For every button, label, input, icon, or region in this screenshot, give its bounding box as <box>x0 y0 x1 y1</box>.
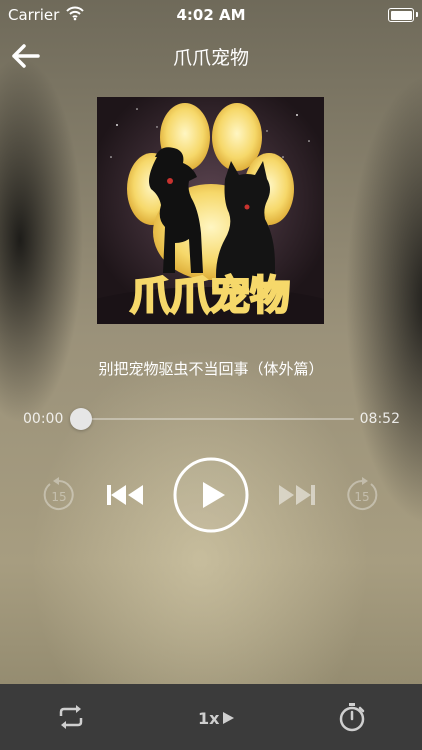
logo-text: 爪爪宠物 <box>130 273 290 319</box>
progress-thumb[interactable] <box>70 408 92 430</box>
total-time: 08:52 <box>359 411 400 427</box>
play-button[interactable] <box>172 456 250 534</box>
rewind-15-button[interactable]: 15 <box>40 476 78 514</box>
forward-15-button[interactable]: 15 <box>343 476 381 514</box>
previous-button[interactable] <box>102 480 148 510</box>
navigation-bar: 爪爪宠物 <box>0 30 422 80</box>
status-time: 4:02 AM <box>176 6 246 24</box>
page-title: 爪爪宠物 <box>172 47 249 69</box>
next-icon <box>279 485 315 505</box>
play-icon <box>173 457 249 533</box>
svg-text:15: 15 <box>354 490 369 504</box>
timer-icon <box>339 703 365 732</box>
arrow-left-icon <box>12 44 40 68</box>
progress-slider[interactable] <box>74 418 354 420</box>
speed-label: 1x <box>198 708 220 728</box>
bottom-toolbar: 1x <box>0 684 422 750</box>
forward-15-icon: 15 <box>347 477 378 510</box>
play-arrow-icon <box>223 712 235 724</box>
album-cover: 爪爪宠物 <box>97 97 324 324</box>
rewind-15-icon: 15 <box>43 477 74 510</box>
next-button[interactable] <box>274 480 320 510</box>
sleep-timer-button[interactable] <box>338 702 366 732</box>
playback-speed-button[interactable]: 1x <box>198 706 235 730</box>
repeat-button[interactable] <box>56 704 86 730</box>
current-time: 00:00 <box>23 411 64 427</box>
previous-icon <box>107 485 143 505</box>
back-button[interactable] <box>8 38 44 74</box>
svg-text:15: 15 <box>51 490 66 504</box>
status-bar: Carrier 4:02 AM <box>0 0 422 30</box>
track-title: 别把宠物驱虫不当回事（体外篇） <box>98 360 324 378</box>
battery-icon <box>388 8 418 22</box>
repeat-icon <box>59 705 83 729</box>
